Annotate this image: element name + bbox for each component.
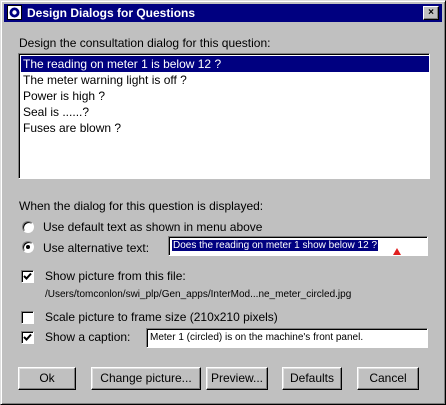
list-item[interactable]: The meter warning light is off ? xyxy=(21,72,429,88)
list-item[interactable]: Seal is ......? xyxy=(21,104,429,120)
list-item[interactable]: The reading on meter 1 is below 12 ? xyxy=(21,56,429,72)
radio-alternative-text[interactable] xyxy=(22,241,34,253)
checkmark-icon xyxy=(23,272,32,280)
text-cursor-marker xyxy=(393,248,401,255)
cancel-button[interactable]: Cancel xyxy=(357,367,419,390)
radio-selected-dot xyxy=(26,245,30,249)
radio-default-text[interactable] xyxy=(22,221,34,233)
title-bar[interactable]: Design Dialogs for Questions × xyxy=(4,4,442,22)
show-picture-label[interactable]: Show picture from this file: xyxy=(45,269,186,283)
radio-alternative-label[interactable]: Use alternative text: xyxy=(43,241,149,255)
scale-picture-label[interactable]: Scale picture to frame size (210x210 pix… xyxy=(45,310,278,324)
caption-input[interactable]: Meter 1 (circled) is on the machine's fr… xyxy=(146,328,428,348)
app-logo-icon xyxy=(7,5,22,20)
display-section-label: When the dialog for this question is dis… xyxy=(19,199,264,213)
alternative-text-value: Does the reading on meter 1 show below 1… xyxy=(172,240,379,251)
radio-default-label[interactable]: Use default text as shown in menu above xyxy=(43,220,262,234)
close-icon: × xyxy=(428,7,434,18)
preview-button[interactable]: Preview... xyxy=(206,367,268,390)
scale-picture-checkbox[interactable] xyxy=(21,311,34,324)
defaults-button[interactable]: Defaults xyxy=(282,367,342,390)
caption-value: Meter 1 (circled) is on the machine's fr… xyxy=(150,332,364,343)
list-item[interactable]: Power is high ? xyxy=(21,88,429,104)
window-title: Design Dialogs for Questions xyxy=(27,6,196,20)
list-section-label: Design the consultation dialog for this … xyxy=(19,36,271,50)
design-dialogs-window: Design Dialogs for Questions × Design th… xyxy=(0,0,446,405)
show-caption-label[interactable]: Show a caption: xyxy=(45,330,130,344)
change-picture-button[interactable]: Change picture... xyxy=(91,367,201,390)
questions-listbox[interactable]: The reading on meter 1 is below 12 ? The… xyxy=(18,53,430,179)
close-button[interactable]: × xyxy=(423,6,439,20)
ok-button[interactable]: Ok xyxy=(18,367,76,390)
show-picture-checkbox[interactable] xyxy=(21,270,34,283)
picture-file-path: /Users/tomconlon/swi_plp/Gen_apps/InterM… xyxy=(45,289,352,300)
alternative-text-input[interactable]: Does the reading on meter 1 show below 1… xyxy=(168,236,428,256)
show-caption-checkbox[interactable] xyxy=(21,331,34,344)
checkmark-icon xyxy=(23,333,32,341)
list-item[interactable]: Fuses are blown ? xyxy=(21,120,429,136)
